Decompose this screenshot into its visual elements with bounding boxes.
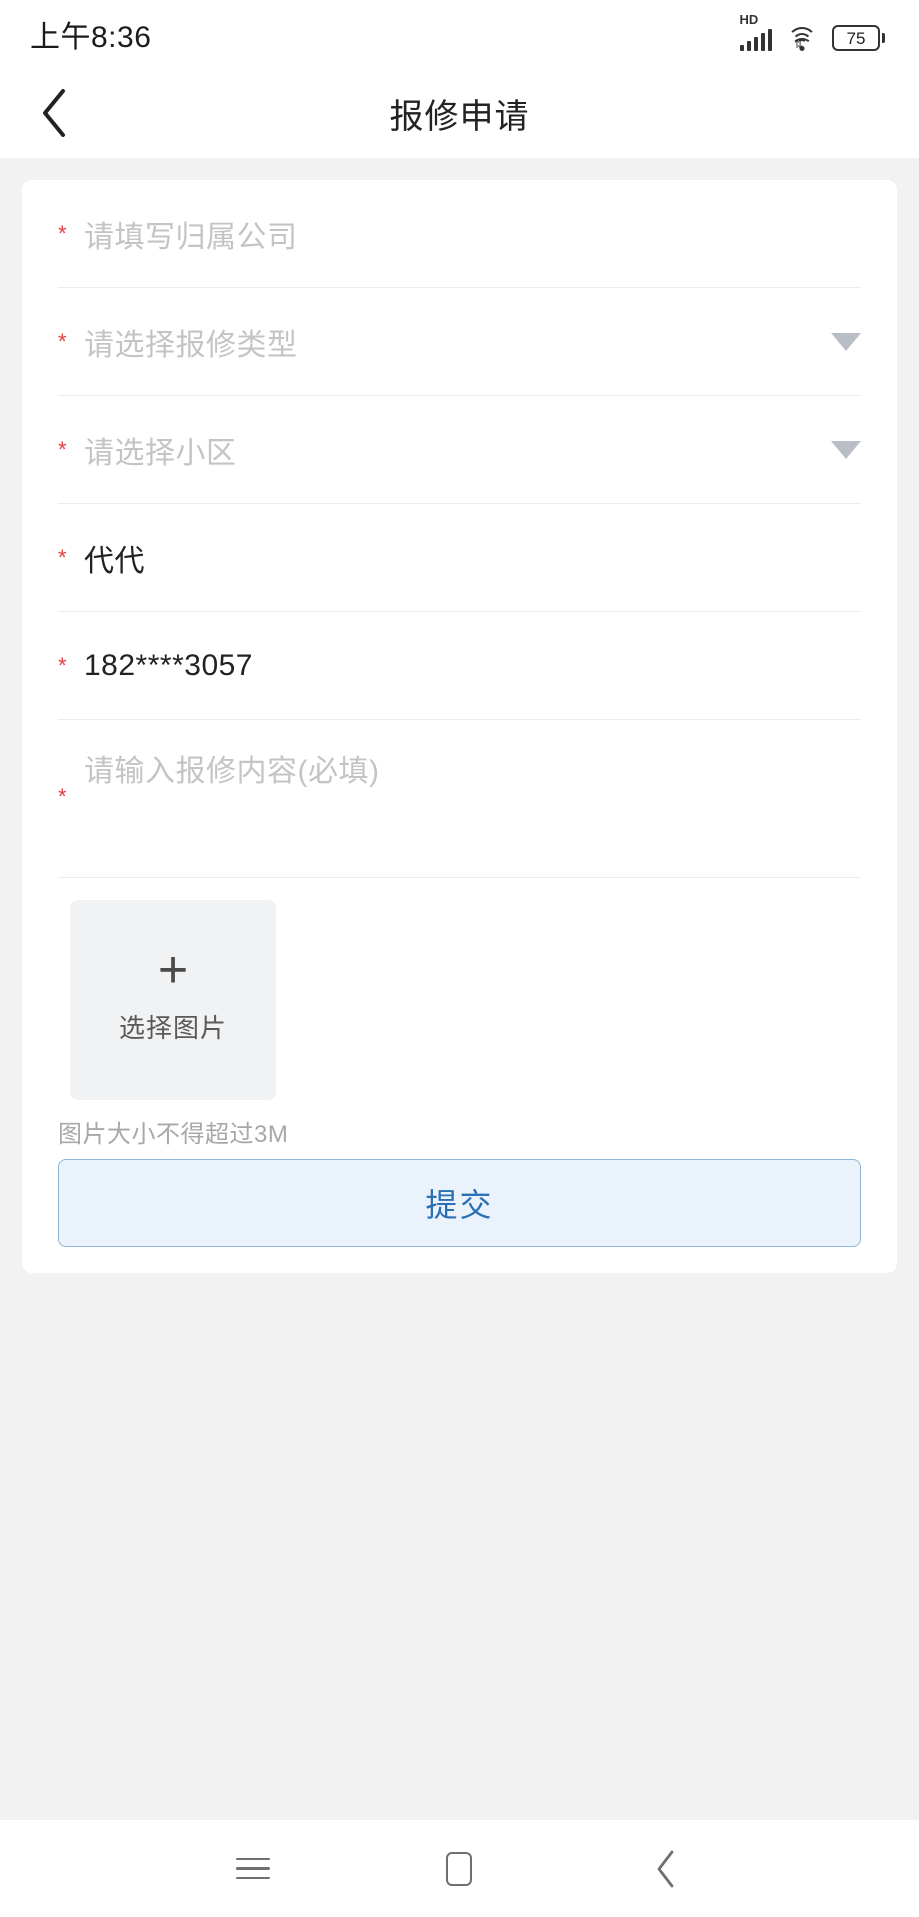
app-header: 报修申请: [0, 68, 919, 158]
android-nav-bar: [0, 1820, 919, 1917]
field-phone[interactable]: * 182****3057: [58, 612, 861, 720]
status-time: 上午8:36: [30, 21, 152, 54]
select-image-label: 选择图片: [118, 1013, 227, 1044]
hd-label: HD: [739, 12, 759, 27]
phone-screen: 上午8:36 HD ⇅ 75 报修申请 * 请填写归属公司 * 请选择报修类型 …: [0, 0, 919, 1917]
page-title: 报修申请: [389, 97, 530, 136]
plus-icon: +: [157, 940, 189, 999]
content-scroll[interactable]: * 请填写归属公司 * 请选择报修类型 * 请选择小区 * 代代 * 182**…: [0, 158, 919, 1917]
image-size-hint: 图片大小不得超过3M: [58, 1121, 289, 1148]
signal-bars: [739, 29, 772, 51]
name-input[interactable]: 代代: [84, 536, 861, 580]
back-chevron-icon[interactable]: [24, 83, 84, 143]
required-asterisk: *: [58, 328, 67, 354]
chevron-down-icon[interactable]: [831, 332, 861, 351]
field-repair-type[interactable]: * 请选择报修类型: [58, 288, 861, 396]
field-name[interactable]: * 代代: [58, 504, 861, 612]
recents-menu-icon[interactable]: [218, 1834, 288, 1904]
battery-level: 75: [846, 28, 866, 48]
back-chevron-icon[interactable]: [631, 1834, 701, 1904]
required-asterisk: *: [58, 544, 67, 570]
image-upload-zone: + 选择图片 图片大小不得超过3M: [58, 878, 861, 1149]
status-icons: HD ⇅ 75: [739, 13, 885, 51]
phone-input[interactable]: 182****3057: [84, 649, 861, 683]
required-asterisk: *: [58, 436, 67, 462]
wifi-icon: ⇅: [786, 25, 818, 51]
submit-wrapper: 提交: [58, 1149, 861, 1273]
status-bar: 上午8:36 HD ⇅ 75: [0, 0, 919, 68]
form-card: * 请填写归属公司 * 请选择报修类型 * 请选择小区 * 代代 * 182**…: [22, 180, 897, 1273]
chevron-down-icon[interactable]: [831, 440, 861, 459]
required-asterisk: *: [58, 784, 67, 809]
community-select[interactable]: 请选择小区: [84, 428, 819, 472]
required-asterisk: *: [58, 652, 67, 678]
battery-icon: 75: [832, 25, 885, 51]
submit-button[interactable]: 提交: [58, 1159, 861, 1247]
required-asterisk: *: [58, 220, 67, 246]
wifi-transfer-arrows: ⇅: [792, 38, 812, 53]
field-community[interactable]: * 请选择小区: [58, 396, 861, 504]
select-image-button[interactable]: + 选择图片: [70, 900, 276, 1100]
repair-content-textarea[interactable]: 请输入报修内容(必填): [84, 746, 861, 790]
signal-bars-icon: HD: [739, 13, 772, 51]
home-square-icon[interactable]: [424, 1834, 494, 1904]
repair-type-select[interactable]: 请选择报修类型: [84, 320, 819, 364]
field-repair-content[interactable]: * 请输入报修内容(必填): [58, 720, 861, 878]
field-company[interactable]: * 请填写归属公司: [58, 180, 861, 288]
company-input[interactable]: 请填写归属公司: [84, 212, 861, 256]
